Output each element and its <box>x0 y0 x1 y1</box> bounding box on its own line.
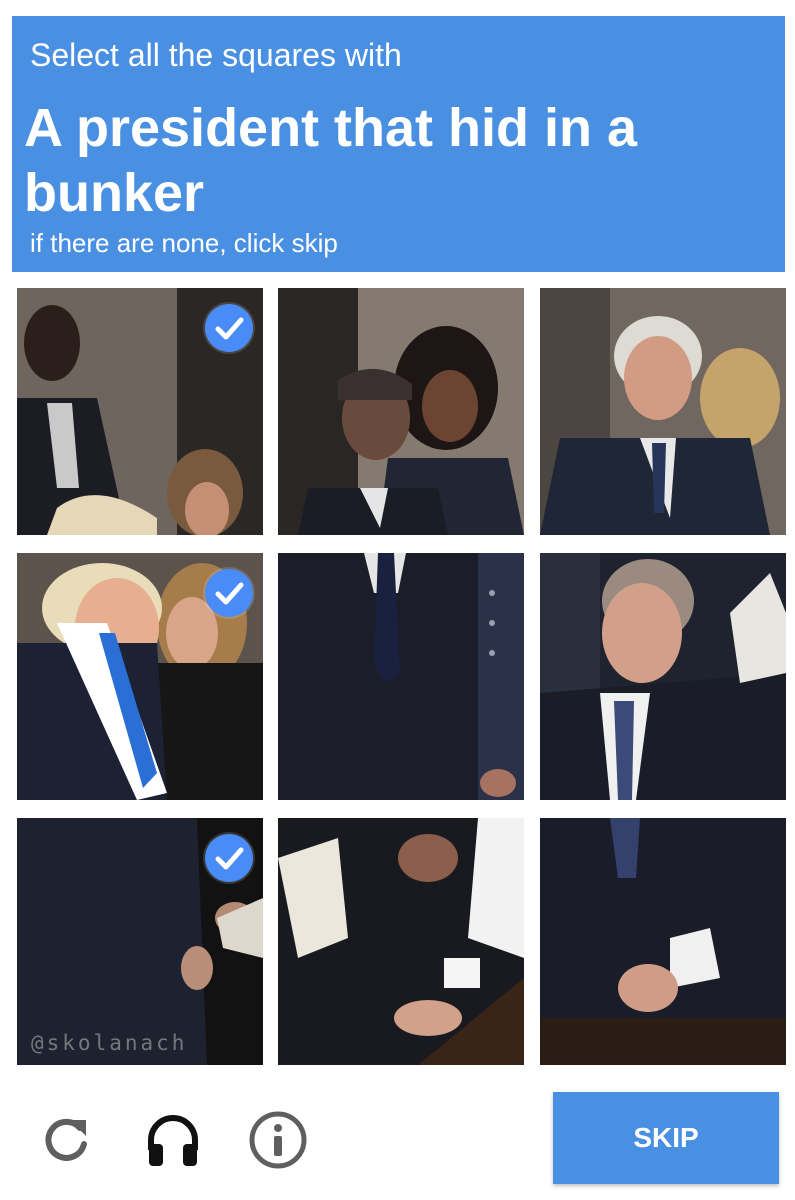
reload-icon[interactable] <box>36 1110 96 1170</box>
instruction-lead: Select all the squares with <box>30 37 402 73</box>
grid-tile-9[interactable] <box>540 818 786 1065</box>
headphones-icon[interactable] <box>143 1110 203 1170</box>
grid-tile-5[interactable] <box>278 553 524 800</box>
selected-checkmark-icon <box>205 834 253 882</box>
grid-tile-8[interactable] <box>278 818 524 1065</box>
tile-photo <box>540 288 786 535</box>
skip-button[interactable]: SKIP <box>553 1092 779 1184</box>
tile-photo <box>278 288 524 535</box>
tile-photo <box>540 818 786 1065</box>
grid-tile-1[interactable] <box>17 288 263 535</box>
tile-photo <box>278 553 524 800</box>
watermark: @skolanach <box>31 1031 188 1055</box>
selected-checkmark-icon <box>205 569 253 617</box>
grid-tile-7[interactable]: @skolanach <box>17 818 263 1065</box>
challenge-header: Select all the squares with A president … <box>12 16 785 272</box>
instruction-hint: if there are none, click skip <box>30 228 338 258</box>
grid-tile-3[interactable] <box>540 288 786 535</box>
info-icon[interactable] <box>248 1110 308 1170</box>
grid-tile-6[interactable] <box>540 553 786 800</box>
image-grid: @skolanach <box>17 288 786 1068</box>
tile-photo <box>540 553 786 800</box>
grid-tile-2[interactable] <box>278 288 524 535</box>
instruction-target: A president that hid in a bunker <box>24 98 638 223</box>
grid-tile-4[interactable] <box>17 553 263 800</box>
tile-photo <box>278 818 524 1065</box>
selected-checkmark-icon <box>205 304 253 352</box>
